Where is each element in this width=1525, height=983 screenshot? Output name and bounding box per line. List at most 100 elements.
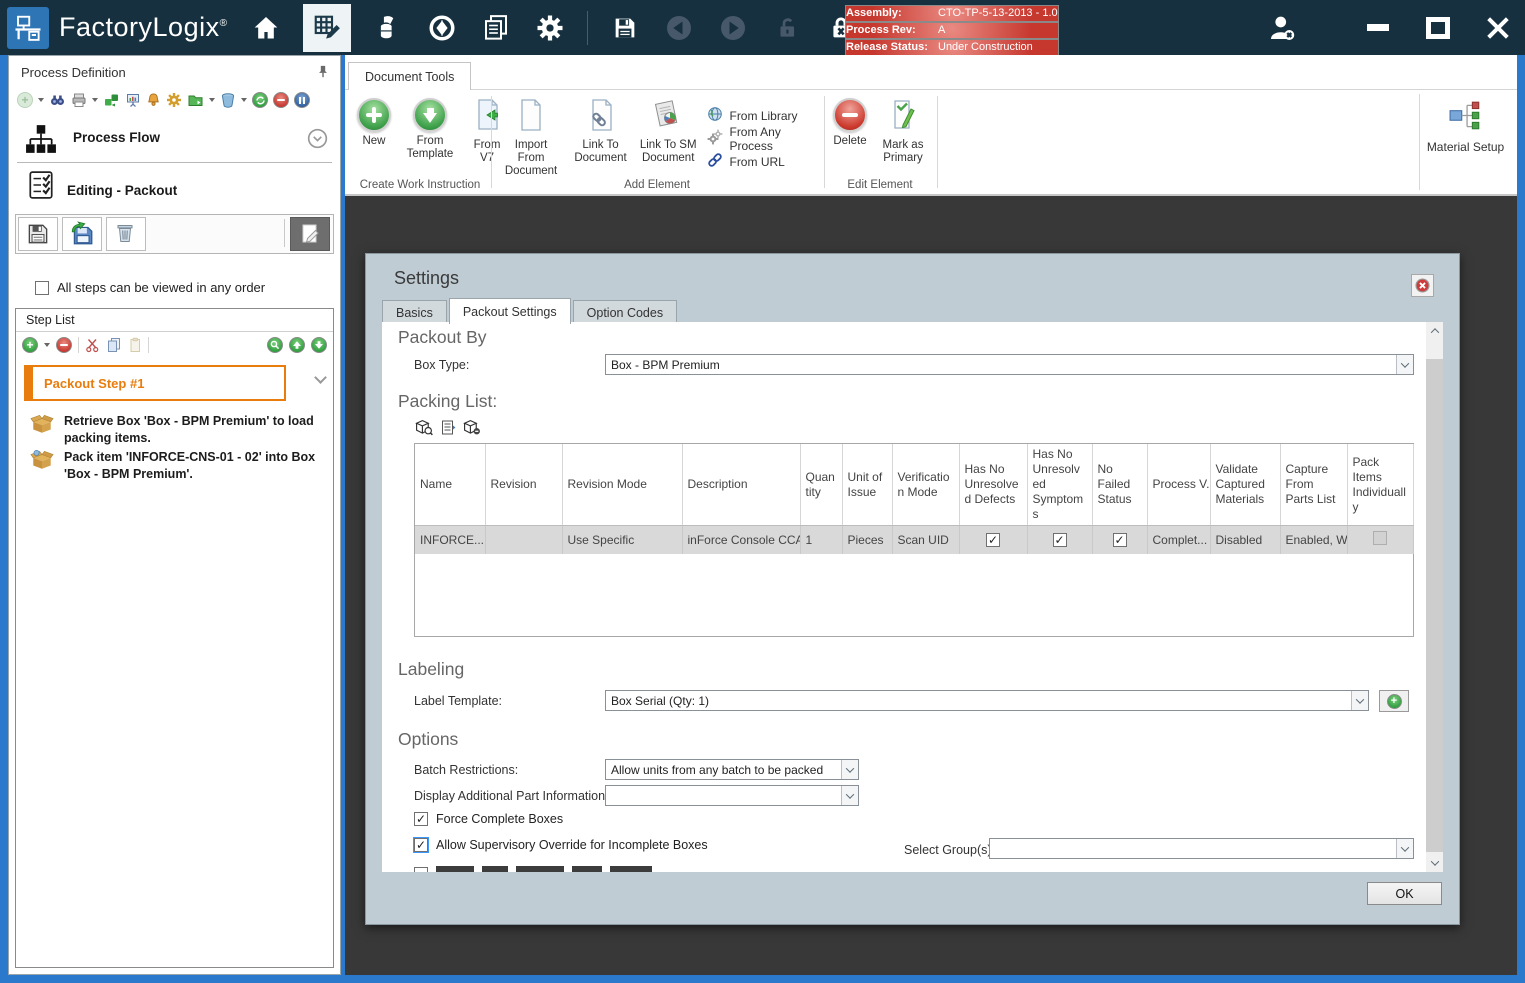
import-from-document-button[interactable]: Import From Document [500, 98, 562, 178]
column-header[interactable]: Revision Mode [562, 444, 682, 526]
maximize-button[interactable] [1421, 11, 1455, 45]
label-template-dropdown[interactable]: Box Serial (Qty: 1) [605, 690, 1369, 711]
process-flow-row[interactable]: Process Flow [9, 116, 340, 160]
tab-packout-settings[interactable]: Packout Settings [449, 298, 571, 324]
new-work-instruction-button[interactable]: New [357, 98, 391, 148]
home-icon[interactable] [249, 8, 283, 48]
folder-icon[interactable] [187, 92, 204, 108]
column-header[interactable]: Pack Items Individually [1347, 444, 1413, 526]
tab-basics[interactable]: Basics [382, 300, 447, 324]
user-signout-icon[interactable] [1265, 8, 1299, 48]
paste-icon[interactable] [128, 337, 142, 353]
select-groups-dropdown[interactable] [989, 838, 1414, 859]
link-to-sm-document-button[interactable]: Link To SM Document [639, 98, 698, 165]
step-remove-icon[interactable] [56, 337, 72, 353]
from-template-button[interactable]: From Template [401, 98, 459, 161]
work-instructions-icon[interactable] [303, 4, 351, 52]
gear-icon[interactable] [166, 92, 182, 108]
collapse-icon[interactable] [307, 128, 328, 154]
add-icon[interactable]: + [17, 92, 33, 108]
move-up-icon[interactable] [289, 337, 305, 353]
settings-gear-icon[interactable] [533, 8, 567, 48]
display-additional-dropdown[interactable] [605, 785, 859, 806]
copy-icon[interactable] [106, 337, 122, 353]
column-header[interactable]: Name [415, 444, 485, 526]
find-icon[interactable] [49, 92, 66, 108]
mark-as-primary-button[interactable]: Mark as Primary [877, 98, 929, 165]
scroll-down-icon[interactable] [1426, 854, 1443, 872]
back-icon[interactable] [662, 8, 696, 48]
dialog-close-button[interactable] [1411, 274, 1434, 297]
checkbox[interactable]: ✓ [1113, 533, 1127, 547]
column-header[interactable]: Description [682, 444, 800, 526]
list-item[interactable]: Retrieve Box 'Box - BPM Premium' to load… [30, 413, 325, 447]
bucket-caret-icon[interactable] [241, 98, 247, 102]
zoom-add-icon[interactable] [267, 337, 283, 353]
exchange-icon[interactable] [103, 92, 120, 108]
from-url-button[interactable]: From URL [707, 150, 814, 173]
column-header[interactable]: Revision [485, 444, 562, 526]
box-search-icon[interactable] [414, 418, 433, 436]
add-label-template-button[interactable]: + [1379, 690, 1409, 712]
ok-button[interactable]: OK [1367, 882, 1442, 905]
column-header[interactable]: Has No Unresolved Defects [959, 444, 1027, 526]
presentation-icon[interactable] [125, 92, 141, 108]
sync-icon[interactable] [425, 8, 459, 48]
chevron-down-icon[interactable] [314, 371, 327, 384]
column-header[interactable]: Capture From Parts List [1280, 444, 1347, 526]
save-floppy-button[interactable] [18, 217, 58, 251]
force-complete-checkbox[interactable]: ✓ [414, 812, 428, 826]
material-setup-button[interactable]: Material Setup [1419, 94, 1511, 190]
box-remove-icon[interactable] [462, 418, 481, 436]
step-add-caret-icon[interactable] [44, 343, 50, 347]
refresh-icon[interactable] [252, 92, 268, 108]
import-floppy-button[interactable] [62, 217, 102, 251]
column-header[interactable]: Has No Unresolved Symptoms [1027, 444, 1092, 526]
any-order-checkbox[interactable] [35, 281, 49, 295]
trash-button[interactable] [106, 217, 146, 251]
bell-icon[interactable] [146, 92, 161, 108]
cut-icon[interactable] [85, 337, 100, 353]
pause-icon[interactable] [294, 92, 310, 108]
release-icon[interactable] [371, 8, 405, 48]
batch-restrictions-dropdown[interactable]: Allow units from any batch to be packed [605, 759, 859, 780]
link-to-document-button[interactable]: Link To Document [572, 98, 629, 165]
supervisory-override-checkbox[interactable]: ✓ [414, 838, 428, 852]
edit-mode-button[interactable] [290, 217, 330, 251]
delete-element-button[interactable]: Delete [833, 98, 867, 148]
column-header[interactable]: Quantity [800, 444, 842, 526]
close-button[interactable] [1481, 11, 1515, 45]
checkbox[interactable] [1373, 531, 1387, 545]
tab-option-codes[interactable]: Option Codes [573, 300, 677, 324]
list-icon[interactable] [438, 418, 457, 436]
column-header[interactable]: Validate Captured Materials [1210, 444, 1280, 526]
documents-icon[interactable] [479, 8, 513, 48]
print-icon[interactable] [71, 92, 87, 108]
dialog-scrollbar[interactable] [1426, 322, 1443, 872]
folder-caret-icon[interactable] [209, 98, 215, 102]
unlock-icon[interactable] [770, 8, 804, 48]
step-add-icon[interactable]: + [22, 337, 38, 353]
pin-icon[interactable] [316, 64, 330, 84]
checkbox[interactable]: ✓ [986, 533, 1000, 547]
table-row[interactable]: INFORCE... Use Specific inForce Console … [415, 526, 1413, 554]
print-caret-icon[interactable] [92, 98, 98, 102]
column-header[interactable]: Process V... [1147, 444, 1210, 526]
forward-icon[interactable] [716, 8, 750, 48]
add-caret-icon[interactable] [38, 98, 44, 102]
column-header[interactable]: Verification Mode [892, 444, 959, 526]
scroll-up-icon[interactable] [1426, 322, 1443, 340]
column-header[interactable]: Unit of Issue [842, 444, 892, 526]
save-icon[interactable] [608, 8, 642, 48]
from-any-process-button[interactable]: From Any Process [707, 127, 814, 150]
checkbox[interactable]: ✓ [1053, 533, 1067, 547]
tab-document-tools[interactable]: Document Tools [348, 62, 471, 90]
list-item[interactable]: Pack item 'INFORCE-CNS-01 - 02' into Box… [30, 449, 325, 483]
move-down-icon[interactable] [311, 337, 327, 353]
step-item-header[interactable]: Packout Step #1 [24, 365, 286, 401]
remove-icon[interactable] [273, 92, 289, 108]
box-type-dropdown[interactable]: Box - BPM Premium [605, 354, 1414, 375]
minimize-button[interactable] [1361, 11, 1395, 45]
bucket-icon[interactable] [220, 92, 236, 108]
scrollbar-thumb[interactable] [1426, 359, 1443, 852]
